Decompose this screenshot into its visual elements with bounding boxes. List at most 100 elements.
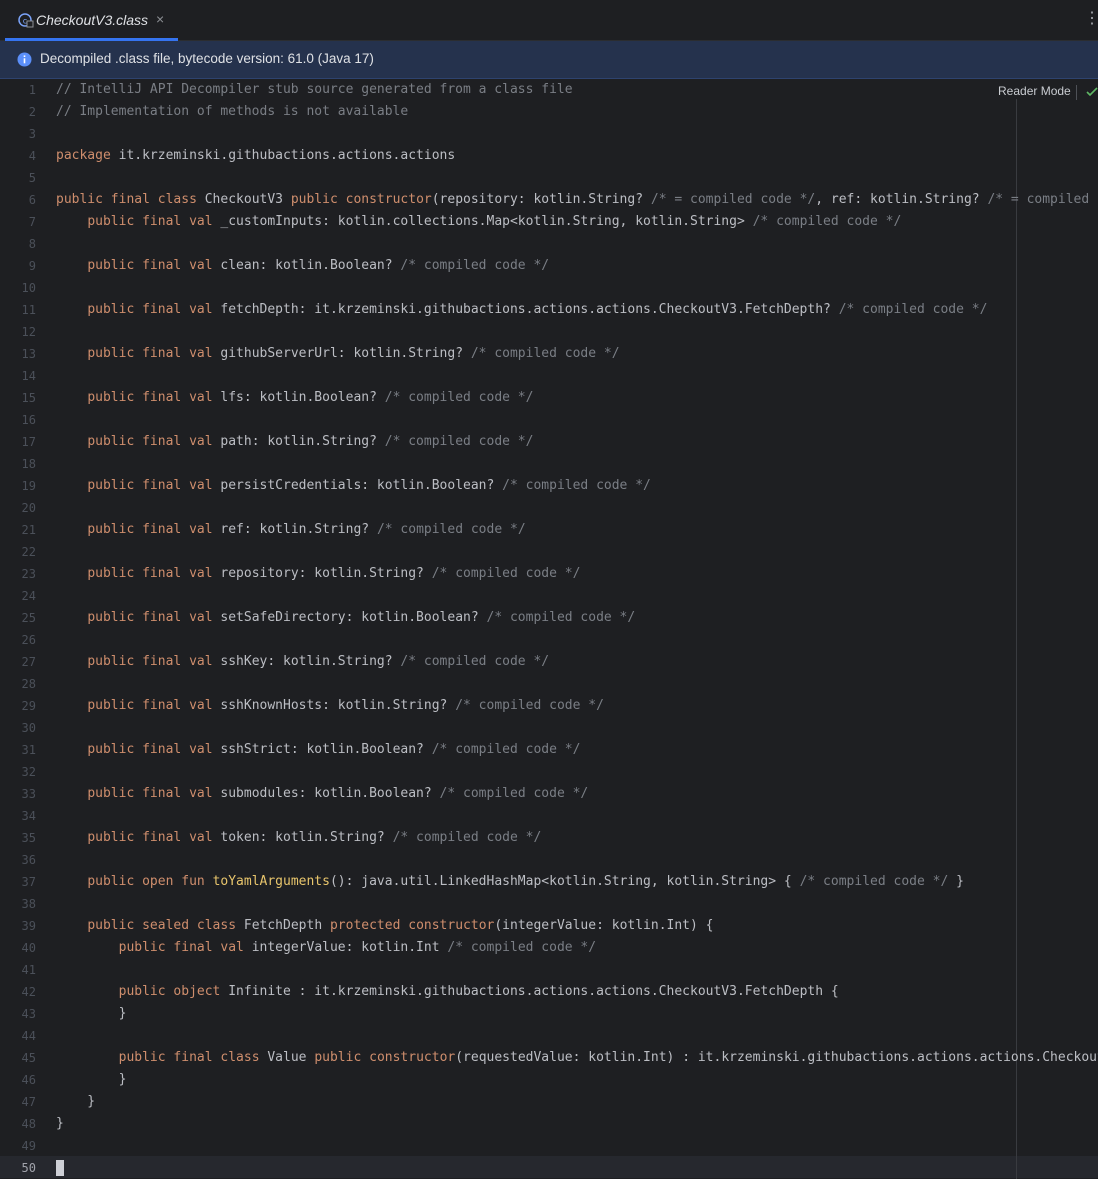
line-text: public final val _customInputs: kotlin.c… [87,214,902,229]
tab-checkoutv3-class[interactable]: c CheckoutV3.class × [5,0,178,41]
line-text: // Implementation of methods is not avai… [56,104,409,119]
line-number: 9 [28,259,36,273]
close-icon[interactable]: × [156,11,164,27]
code-line: 40 public final val integerValue: kotlin… [0,937,1098,959]
line-text: public final val sshKey: kotlin.String? … [87,654,550,669]
code-line: 36 [0,849,1098,871]
line-number: 19 [21,479,36,493]
text-caret [56,1160,64,1176]
code-line: 6 public final class CheckoutV3 public co… [0,189,1098,211]
line-number: 15 [21,391,36,405]
code-line: 24 [0,585,1098,607]
code-line: 49 [0,1135,1098,1157]
code-line: 38 [0,893,1098,915]
code-line: 1 // IntelliJ API Decompiler stub source … [0,79,1098,101]
line-number: 26 [21,633,36,647]
line-number: 31 [21,743,36,757]
code-line: 32 [0,761,1098,783]
code-line: 29 public final val sshKnownHosts: kotli… [0,695,1098,717]
code-line: 37 public open fun toYamlArguments(): ja… [0,871,1098,893]
line-number: 35 [21,831,36,845]
line-number: 10 [21,281,36,295]
code-line: 13 public final val githubServerUrl: kot… [0,343,1098,365]
line-number: 5 [28,171,36,185]
line-number: 25 [21,611,36,625]
line-text: public final val sshKnownHosts: kotlin.S… [87,698,604,713]
line-text: package it.krzeminski.githubactions.acti… [56,148,456,163]
code-line: 7 public final val _customInputs: kotlin… [0,211,1098,233]
line-number: 16 [21,413,36,427]
code-line: 8 [0,233,1098,255]
line-number: 6 [28,193,36,207]
line-number: 23 [21,567,36,581]
line-text: public final val token: kotlin.String? /… [87,830,542,845]
line-text: public final val githubServerUrl: kotlin… [87,346,620,361]
code-line: 27 public final val sshKey: kotlin.Strin… [0,651,1098,673]
code-line: 47 } [0,1091,1098,1113]
line-number: 33 [21,787,36,801]
line-number: 30 [21,721,36,735]
line-text: public final class Value public construc… [118,1050,1098,1065]
line-number: 39 [21,919,36,933]
code-line: 3 [0,123,1098,145]
code-line: 2 // Implementation of methods is not ava… [0,101,1098,123]
code-line: 50 [0,1157,1098,1179]
line-number: 47 [21,1095,36,1109]
line-text: public final val submodules: kotlin.Bool… [87,786,589,801]
line-number: 28 [21,677,36,691]
code-line: 10 [0,277,1098,299]
line-text: public final val repository: kotlin.Stri… [87,566,581,581]
line-number: 4 [28,149,36,163]
line-text: public object Infinite : it.krzeminski.g… [118,984,839,999]
code-line: 42 public object Infinite : it.krzeminsk… [0,981,1098,1003]
code-line: 39 public sealed class FetchDepth protec… [0,915,1098,937]
line-number: 7 [28,215,36,229]
line-text: } [56,1116,64,1131]
line-number: 40 [21,941,36,955]
tab-label: CheckoutV3.class [36,12,149,28]
editor-tab-bar: c CheckoutV3.class × ⋮ [0,0,1098,41]
code-line: 18 [0,453,1098,475]
line-number: 21 [21,523,36,537]
line-number: 38 [21,897,36,911]
code-line: 35 public final val token: kotlin.String… [0,827,1098,849]
line-text: public sealed class FetchDepth protected… [87,918,714,933]
line-number: 42 [21,985,36,999]
line-number: 36 [21,853,36,867]
code-editor[interactable]: Reader Mode 1// IntelliJ API Decompiler … [0,79,1098,1179]
line-text: public final val persistCredentials: kot… [87,478,651,493]
line-text: public final val setSafeDirectory: kotli… [87,610,636,625]
line-text: public final val integerValue: kotlin.In… [118,940,597,955]
code-line: 12 [0,321,1098,343]
info-icon [17,52,32,67]
line-text: public final val fetchDepth: it.krzemins… [87,302,988,317]
code-line: 30 [0,717,1098,739]
more-options-icon[interactable]: ⋮ [1084,9,1098,29]
line-number: 14 [21,369,36,383]
code-line: 26 [0,629,1098,651]
line-number: 20 [21,501,36,515]
line-number: 17 [21,435,36,449]
line-number: 43 [21,1007,36,1021]
banner-text: Decompiled .class file, bytecode version… [40,51,374,66]
code-line: 20 [0,497,1098,519]
code-line: 34 [0,805,1098,827]
line-number: 44 [21,1029,36,1043]
code-line: 33 public final val submodules: kotlin.B… [0,783,1098,805]
line-text: } [56,1006,127,1021]
code-line: 14 [0,365,1098,387]
code-line: 41 [0,959,1098,981]
line-number: 8 [28,237,36,251]
code-line: 21 public final val ref: kotlin.String? … [0,519,1098,541]
code-line: 17 public final val path: kotlin.String?… [0,431,1098,453]
decompiled-info-banner: Decompiled .class file, bytecode version… [0,41,1098,79]
line-number: 27 [21,655,36,669]
code-line: 19 public final val persistCredentials: … [0,475,1098,497]
line-number: 3 [28,127,36,141]
line-text: public final val lfs: kotlin.Boolean? /*… [87,390,534,405]
line-number: 34 [21,809,36,823]
line-text: public final val ref: kotlin.String? /* … [87,522,526,537]
code-line: 9 public final val clean: kotlin.Boolean… [0,255,1098,277]
line-number: 1 [28,83,36,97]
line-number: 2 [28,105,36,119]
